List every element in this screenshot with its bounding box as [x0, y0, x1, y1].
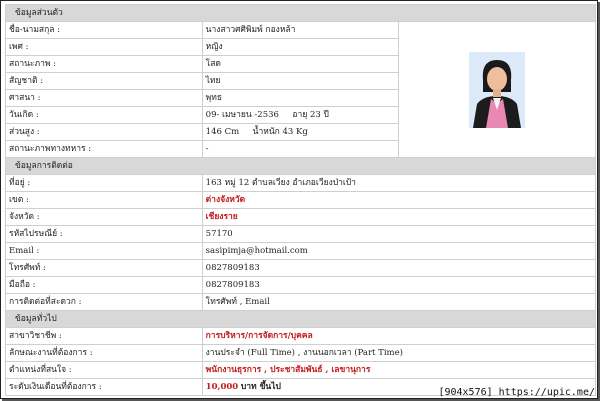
field-label-preferred-contact: การติดต่อที่สะดวก :: [5, 293, 203, 311]
profile-frame: ข้อมูลส่วนตัว ชื่อ-นามสกุล : นางสาวศศิพิ…: [0, 0, 598, 399]
table-row: ลักษณะงานที่ต้องการ : งานประจำ (Full Tim…: [5, 344, 597, 362]
field-value-phone: 0827809183: [201, 259, 597, 277]
profile-photo: [469, 51, 526, 128]
field-label-phone: โทรศัพท์ :: [5, 259, 203, 277]
field-value-profession: การบริหาร/การจัดการ/บุคคล: [201, 327, 597, 345]
section-title: ข้อมูลส่วนตัว: [5, 4, 596, 22]
field-label-address: ที่อยู่ :: [5, 174, 203, 192]
photo-cell: [398, 21, 596, 158]
field-label-marital: สถานะภาพ :: [5, 55, 203, 73]
field-label-gender: เพศ :: [5, 38, 203, 56]
field-value-position: พนักงานธุรการ , ประชาสัมพันธ์ , เลขานุกา…: [201, 361, 597, 379]
field-label-military: สถานะภาพทางทหาร :: [5, 140, 203, 158]
table-row: เขต : ต่างจังหวัด: [5, 191, 597, 209]
field-label-fullname: ชื่อ-นามสกุล :: [5, 21, 203, 39]
field-label-mobile: มือถือ :: [5, 276, 203, 294]
table-row: ที่อยู่ : 163 หมู่ 12 ตำบลเวียง อำเภอเวี…: [5, 174, 597, 192]
field-value-gender: หญิง: [201, 38, 400, 56]
field-value-preferred-contact: โทรศัพท์ , Email: [201, 293, 597, 311]
table-row: การติดต่อที่สะดวก : โทรศัพท์ , Email: [5, 293, 597, 311]
table-row: สาขาวิชาชีพ : การบริหาร/การจัดการ/บุคคล: [5, 327, 597, 345]
field-label-religion: ศาสนา :: [5, 89, 203, 107]
table-row: Email : sasipimja@hotmail.com: [5, 242, 597, 260]
field-label-province: จังหวัด :: [5, 208, 203, 226]
field-value-military: -: [201, 140, 400, 158]
image-host-watermark: [904x576] https://upic.me/: [438, 387, 595, 398]
salary-amount: 10,000: [205, 381, 239, 392]
field-label-birthdate: วันเกิด :: [5, 106, 203, 124]
field-label-nationality: สัญชาติ :: [5, 72, 203, 90]
field-label-postcode: รหัสไปรษณีย์ :: [5, 225, 203, 243]
field-value-marital: โสด: [201, 55, 400, 73]
field-value-job-type: งานประจำ (Full Time) , งานนอกเวลา (Part …: [201, 344, 597, 362]
section-title: ข้อมูลการติดต่อ: [5, 157, 596, 175]
section-header-general: ข้อมูลทั่วไป: [5, 310, 596, 328]
field-value-province: เชียงราย: [201, 208, 597, 226]
table-row: โทรศัพท์ : 0827809183: [5, 259, 597, 277]
table-row: รหัสไปรษณีย์ : 57170: [5, 225, 597, 243]
field-label-job-type: ลักษณะงานที่ต้องการ :: [5, 344, 203, 362]
table-row: มือถือ : 0827809183: [5, 276, 597, 294]
field-value-nationality: ไทย: [201, 72, 400, 90]
field-label-profession: สาขาวิชาชีพ :: [5, 327, 203, 345]
table-row: ตำแหน่งที่สนใจ : พนักงานธุรการ , ประชาสั…: [5, 361, 597, 379]
field-value-address: 163 หมู่ 12 ตำบลเวียง อำเภอเวียงป่าเป้า: [201, 174, 597, 192]
field-value-mobile: 0827809183: [201, 276, 597, 294]
section-header-contact: ข้อมูลการติดต่อ: [5, 157, 596, 175]
field-label-height: ส่วนสูง :: [5, 123, 203, 141]
field-value-height: 146 Cm น้ำหนัก 43 Kg: [201, 123, 400, 141]
resume-table: ข้อมูลส่วนตัว ชื่อ-นามสกุล : นางสาวศศิพิ…: [5, 4, 597, 396]
table-row: จังหวัด : เชียงราย: [5, 208, 597, 226]
field-label-salary: ระดับเงินเดือนที่ต้องการ :: [5, 378, 203, 396]
field-value-fullname: นางสาวศศิพิมพ์ กองหล้า: [201, 21, 400, 39]
field-value-postcode: 57170: [201, 225, 597, 243]
field-value-email: sasipimja@hotmail.com: [201, 242, 597, 260]
section-title: ข้อมูลทั่วไป: [5, 310, 596, 328]
salary-unit: บาท ขึ้นไป: [240, 381, 281, 392]
field-label-position: ตำแหน่งที่สนใจ :: [5, 361, 203, 379]
field-value-zone: ต่างจังหวัด: [201, 191, 597, 209]
section-header-personal: ข้อมูลส่วนตัว: [5, 4, 596, 22]
field-value-religion: พุทธ: [201, 89, 400, 107]
field-label-email: Email :: [5, 242, 203, 260]
field-value-birthdate: 09- เมษายน -2536 อายุ 23 ปี: [201, 106, 400, 124]
table-row: ชื่อ-นามสกุล : นางสาวศศิพิมพ์ กองหล้า: [5, 21, 596, 158]
field-label-zone: เขต :: [5, 191, 203, 209]
